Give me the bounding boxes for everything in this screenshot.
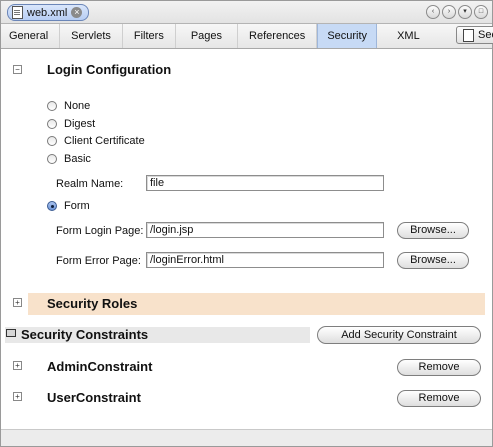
document-tab-strip: web.xml × ‹ › ▾ □: [1, 1, 492, 24]
tab-filters[interactable]: Filters: [123, 24, 176, 48]
remove-admin-constraint-button[interactable]: Remove: [397, 359, 481, 376]
folder-icon: [6, 329, 16, 337]
browse-login-page-button[interactable]: Browse...: [397, 222, 469, 239]
tab-general[interactable]: General: [1, 24, 61, 48]
tab-servlets[interactable]: Servlets: [60, 24, 123, 48]
auth-option-none[interactable]: None: [47, 100, 90, 112]
form-login-page-field[interactable]: /login.jsp: [146, 222, 384, 238]
side-panel-button-label: Sec: [478, 29, 493, 41]
radio-label: Basic: [64, 153, 91, 165]
document-list-icon[interactable]: ▾: [458, 5, 472, 19]
add-security-constraint-button[interactable]: Add Security Constraint: [317, 326, 481, 344]
user-constraint-title: UserConstraint: [47, 390, 141, 405]
document-tab-web-xml[interactable]: web.xml ×: [7, 4, 90, 21]
tab-references[interactable]: References: [238, 24, 318, 48]
editor-view-tabs: General Servlets Filters Pages Reference…: [1, 24, 493, 49]
radio-button-selected[interactable]: [47, 201, 57, 211]
radio-button[interactable]: [47, 136, 57, 146]
page-icon: [463, 28, 474, 42]
user-constraint-expand-toggle[interactable]: +: [13, 392, 22, 401]
security-roles-expand-toggle[interactable]: +: [13, 298, 22, 307]
tab-xml[interactable]: XML: [377, 24, 440, 48]
admin-constraint-title: AdminConstraint: [47, 359, 153, 374]
browse-error-page-button[interactable]: Browse...: [397, 252, 469, 269]
radio-button[interactable]: [47, 101, 57, 111]
radio-button[interactable]: [47, 119, 57, 129]
form-error-page-field[interactable]: /loginError.html: [146, 252, 384, 268]
document-tab-title: web.xml: [27, 6, 68, 19]
maximize-icon[interactable]: □: [474, 5, 488, 19]
side-panel-button[interactable]: Sec: [456, 26, 493, 44]
horizontal-scrollbar[interactable]: [1, 429, 492, 446]
document-nav-buttons: ‹ › ▾ □: [426, 5, 488, 19]
auth-option-basic[interactable]: Basic: [47, 153, 91, 165]
tab-security[interactable]: Security: [317, 24, 378, 48]
close-icon[interactable]: ×: [71, 7, 83, 18]
radio-label: Digest: [64, 118, 96, 130]
security-roles-title: Security Roles: [47, 296, 138, 311]
form-error-page-label: Form Error Page:: [56, 255, 141, 267]
radio-label: Client Certificate: [64, 135, 145, 147]
scroll-right-icon[interactable]: ›: [442, 5, 456, 19]
realm-name-field[interactable]: file: [146, 175, 384, 191]
tab-pages[interactable]: Pages: [176, 24, 239, 48]
auth-option-client-certificate[interactable]: Client Certificate: [47, 135, 145, 147]
auth-option-digest[interactable]: Digest: [47, 118, 95, 130]
scroll-left-icon[interactable]: ‹: [426, 5, 440, 19]
remove-user-constraint-button[interactable]: Remove: [397, 390, 481, 407]
admin-constraint-expand-toggle[interactable]: +: [13, 361, 22, 370]
auth-option-form[interactable]: Form: [47, 200, 90, 212]
xml-file-icon: [12, 6, 23, 19]
editor-window: web.xml × ‹ › ▾ □ General Servlets Filte…: [0, 0, 493, 447]
radio-label: Form: [64, 200, 90, 212]
radio-label: None: [64, 100, 91, 112]
radio-button[interactable]: [47, 154, 57, 164]
login-configuration-title: Login Configuration: [47, 62, 172, 77]
realm-name-label: Realm Name:: [56, 178, 124, 190]
form-login-page-label: Form Login Page:: [56, 225, 144, 237]
login-configuration-collapse-toggle[interactable]: −: [13, 65, 22, 74]
security-constraints-title: Security Constraints: [21, 327, 149, 342]
